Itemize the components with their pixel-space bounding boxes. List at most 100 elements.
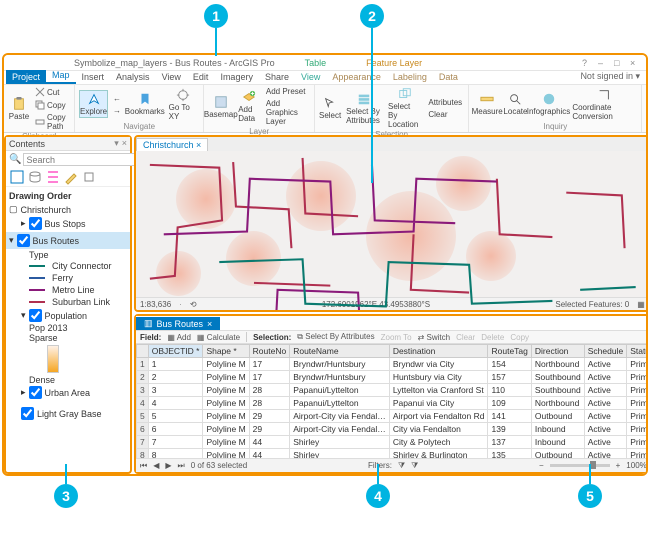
list-by-editing-icon[interactable] — [64, 170, 78, 184]
close-tab-icon[interactable]: × — [207, 319, 212, 329]
toc-layer-bus-stops[interactable]: ▸Bus Stops — [21, 216, 127, 231]
go-to-xy-button[interactable]: Go To XY — [167, 87, 200, 122]
close-pane-icon[interactable]: × — [122, 138, 127, 149]
select-by-attributes-button[interactable]: Select By Attributes — [344, 91, 383, 126]
column-header[interactable]: Destination — [389, 345, 488, 358]
toc-layer-urban-area[interactable]: ▸Urban Area — [21, 385, 127, 400]
switch-selection-button[interactable]: ⇄ Switch — [418, 333, 451, 342]
toc-basemap[interactable]: Light Gray Base — [21, 406, 127, 421]
add-data-button[interactable]: Add Data — [236, 89, 261, 124]
contextual-group-feature-layer: Feature Layer — [366, 58, 422, 68]
pop-sparse-label: Sparse — [29, 333, 59, 343]
population-field: Pop 2013 — [29, 323, 127, 333]
bookmarks-button[interactable]: Bookmarks — [126, 91, 164, 117]
filter-icon[interactable]: ⧩ — [398, 461, 405, 471]
callout-5: 5 — [578, 484, 602, 508]
zoom-to-button[interactable]: Zoom To — [381, 333, 412, 342]
basemap-button[interactable]: Basemap — [208, 94, 233, 120]
column-header[interactable]: RouteName — [290, 345, 390, 358]
table-row[interactable]: 22Polyline M17Bryndwr/HuntsburyHuntsbury… — [137, 371, 649, 384]
contents-search-input[interactable] — [23, 153, 146, 166]
table-select-by-attributes-button[interactable]: ⧉ Select By Attributes — [297, 332, 374, 342]
callout-2: 2 — [360, 4, 384, 28]
sign-in-button[interactable]: Not signed in ▾ — [574, 69, 646, 84]
tab-share[interactable]: Share — [259, 70, 295, 84]
table-row[interactable]: 55Polyline M29Airport-City via Fendal…Ai… — [137, 410, 649, 423]
column-header[interactable]: Direction — [531, 345, 584, 358]
list-by-drawing-order-icon[interactable] — [10, 170, 24, 184]
zoom-out-button[interactable]: − — [539, 461, 544, 470]
map-tab[interactable]: Christchurch × — [136, 138, 208, 151]
table-prev-button[interactable]: ◀ — [153, 461, 159, 470]
tab-analysis[interactable]: Analysis — [110, 70, 156, 84]
measure-button[interactable]: Measure — [473, 91, 501, 117]
select-button[interactable]: Select — [319, 95, 341, 121]
column-header[interactable]: Shape * — [203, 345, 249, 358]
maximize-icon[interactable]: □ — [614, 58, 624, 68]
field-add-button[interactable]: ▦ Add — [167, 333, 191, 342]
cut-button[interactable]: Cut — [33, 86, 70, 98]
tab-imagery[interactable]: Imagery — [214, 70, 259, 84]
paste-button[interactable]: Paste — [8, 96, 30, 122]
filter-icon-2[interactable]: ⧩ — [411, 461, 418, 471]
tab-project[interactable]: Project — [6, 70, 46, 84]
zoom-in-button[interactable]: + — [616, 461, 621, 470]
table-row[interactable]: 88Polyline M44ShirleyShirley & Burlingto… — [137, 449, 649, 459]
tab-appearance[interactable]: Appearance — [326, 70, 387, 84]
column-header[interactable]: RouteNo — [249, 345, 290, 358]
tab-view[interactable]: View — [156, 70, 187, 84]
delete-button[interactable]: Delete — [481, 333, 504, 342]
copy-path-button[interactable]: Copy Path — [33, 112, 70, 132]
toc-map-node[interactable]: ▢ Christchurch — [9, 203, 127, 216]
column-header[interactable]: OBJECTID * — [148, 345, 203, 358]
close-icon[interactable]: × — [630, 58, 640, 68]
table-row[interactable]: 66Polyline M29Airport-City via Fendal…Ci… — [137, 423, 649, 436]
tab-edit[interactable]: Edit — [187, 70, 215, 84]
help-icon[interactable]: ? — [582, 58, 592, 68]
minimize-icon[interactable]: – — [598, 58, 608, 68]
clear-button[interactable]: Clear — [456, 333, 475, 342]
add-graphics-layer-button[interactable]: Add Graphics Layer — [264, 98, 310, 127]
toc-layer-bus-routes[interactable]: ▾Bus Routes — [9, 233, 127, 248]
tab-table-view[interactable]: View — [295, 70, 326, 84]
tab-labeling[interactable]: Labeling — [387, 70, 433, 84]
table-grid[interactable]: OBJECTID *Shape *RouteNoRouteNameDestina… — [136, 344, 648, 458]
table-row[interactable]: 33Polyline M28Papanui/LytteltonLyttelton… — [137, 384, 649, 397]
copy-rows-button[interactable]: Copy — [510, 333, 529, 342]
attributes-button[interactable]: Attributes — [426, 97, 464, 108]
explore-button[interactable]: Explore — [79, 90, 108, 118]
select-by-location-button[interactable]: Select By Location — [386, 86, 423, 130]
nav-prev-button[interactable]: ← — [111, 93, 123, 104]
table-row[interactable]: 44Polyline M28Papanui/LytteltonPapanui v… — [137, 397, 649, 410]
column-header[interactable]: Schedule — [584, 345, 626, 358]
pin-icon[interactable]: ▾ — [114, 138, 119, 149]
list-by-snapping-icon[interactable] — [82, 170, 96, 184]
pause-button[interactable]: Pause — [646, 86, 648, 97]
infographics-button[interactable]: Infographics — [530, 91, 568, 117]
clear-selection-button[interactable]: Clear — [426, 109, 464, 120]
field-calculate-button[interactable]: ▦ Calculate — [197, 333, 240, 342]
locate-button[interactable]: Locate — [504, 91, 527, 117]
list-by-source-icon[interactable] — [28, 170, 42, 184]
tab-data[interactable]: Data — [433, 70, 464, 84]
nav-next-button[interactable]: → — [111, 105, 123, 116]
table-row[interactable]: 11Polyline M17Bryndwr/HuntsburyBryndwr v… — [137, 358, 649, 371]
zoom-slider[interactable] — [550, 464, 610, 467]
table-row[interactable]: 77Polyline M44ShirleyCity & Polytech137I… — [137, 436, 649, 449]
copy-button[interactable]: Copy — [33, 99, 70, 111]
toc-layer-population[interactable]: ▾Population — [21, 308, 127, 323]
map-canvas[interactable] — [136, 151, 648, 297]
view-unplaced-button[interactable]: View Unplaced — [646, 98, 648, 118]
column-header[interactable]: RouteTag — [488, 345, 531, 358]
more-button[interactable]: More — [646, 119, 648, 130]
column-header[interactable]: Status — [627, 345, 648, 358]
coordinate-conversion-button[interactable]: Coordinate Conversion — [570, 87, 637, 122]
tab-insert[interactable]: Insert — [76, 70, 111, 84]
add-preset-button[interactable]: Add Preset — [264, 86, 310, 97]
table-tab[interactable]: ▥ Bus Routes × — [136, 317, 220, 330]
table-first-button[interactable]: ⏮ — [140, 461, 147, 471]
table-last-button[interactable]: ⏭ — [178, 461, 185, 471]
table-next-button[interactable]: ▶ — [165, 461, 171, 470]
tab-map[interactable]: Map — [46, 68, 76, 84]
list-by-selection-icon[interactable] — [46, 170, 60, 184]
